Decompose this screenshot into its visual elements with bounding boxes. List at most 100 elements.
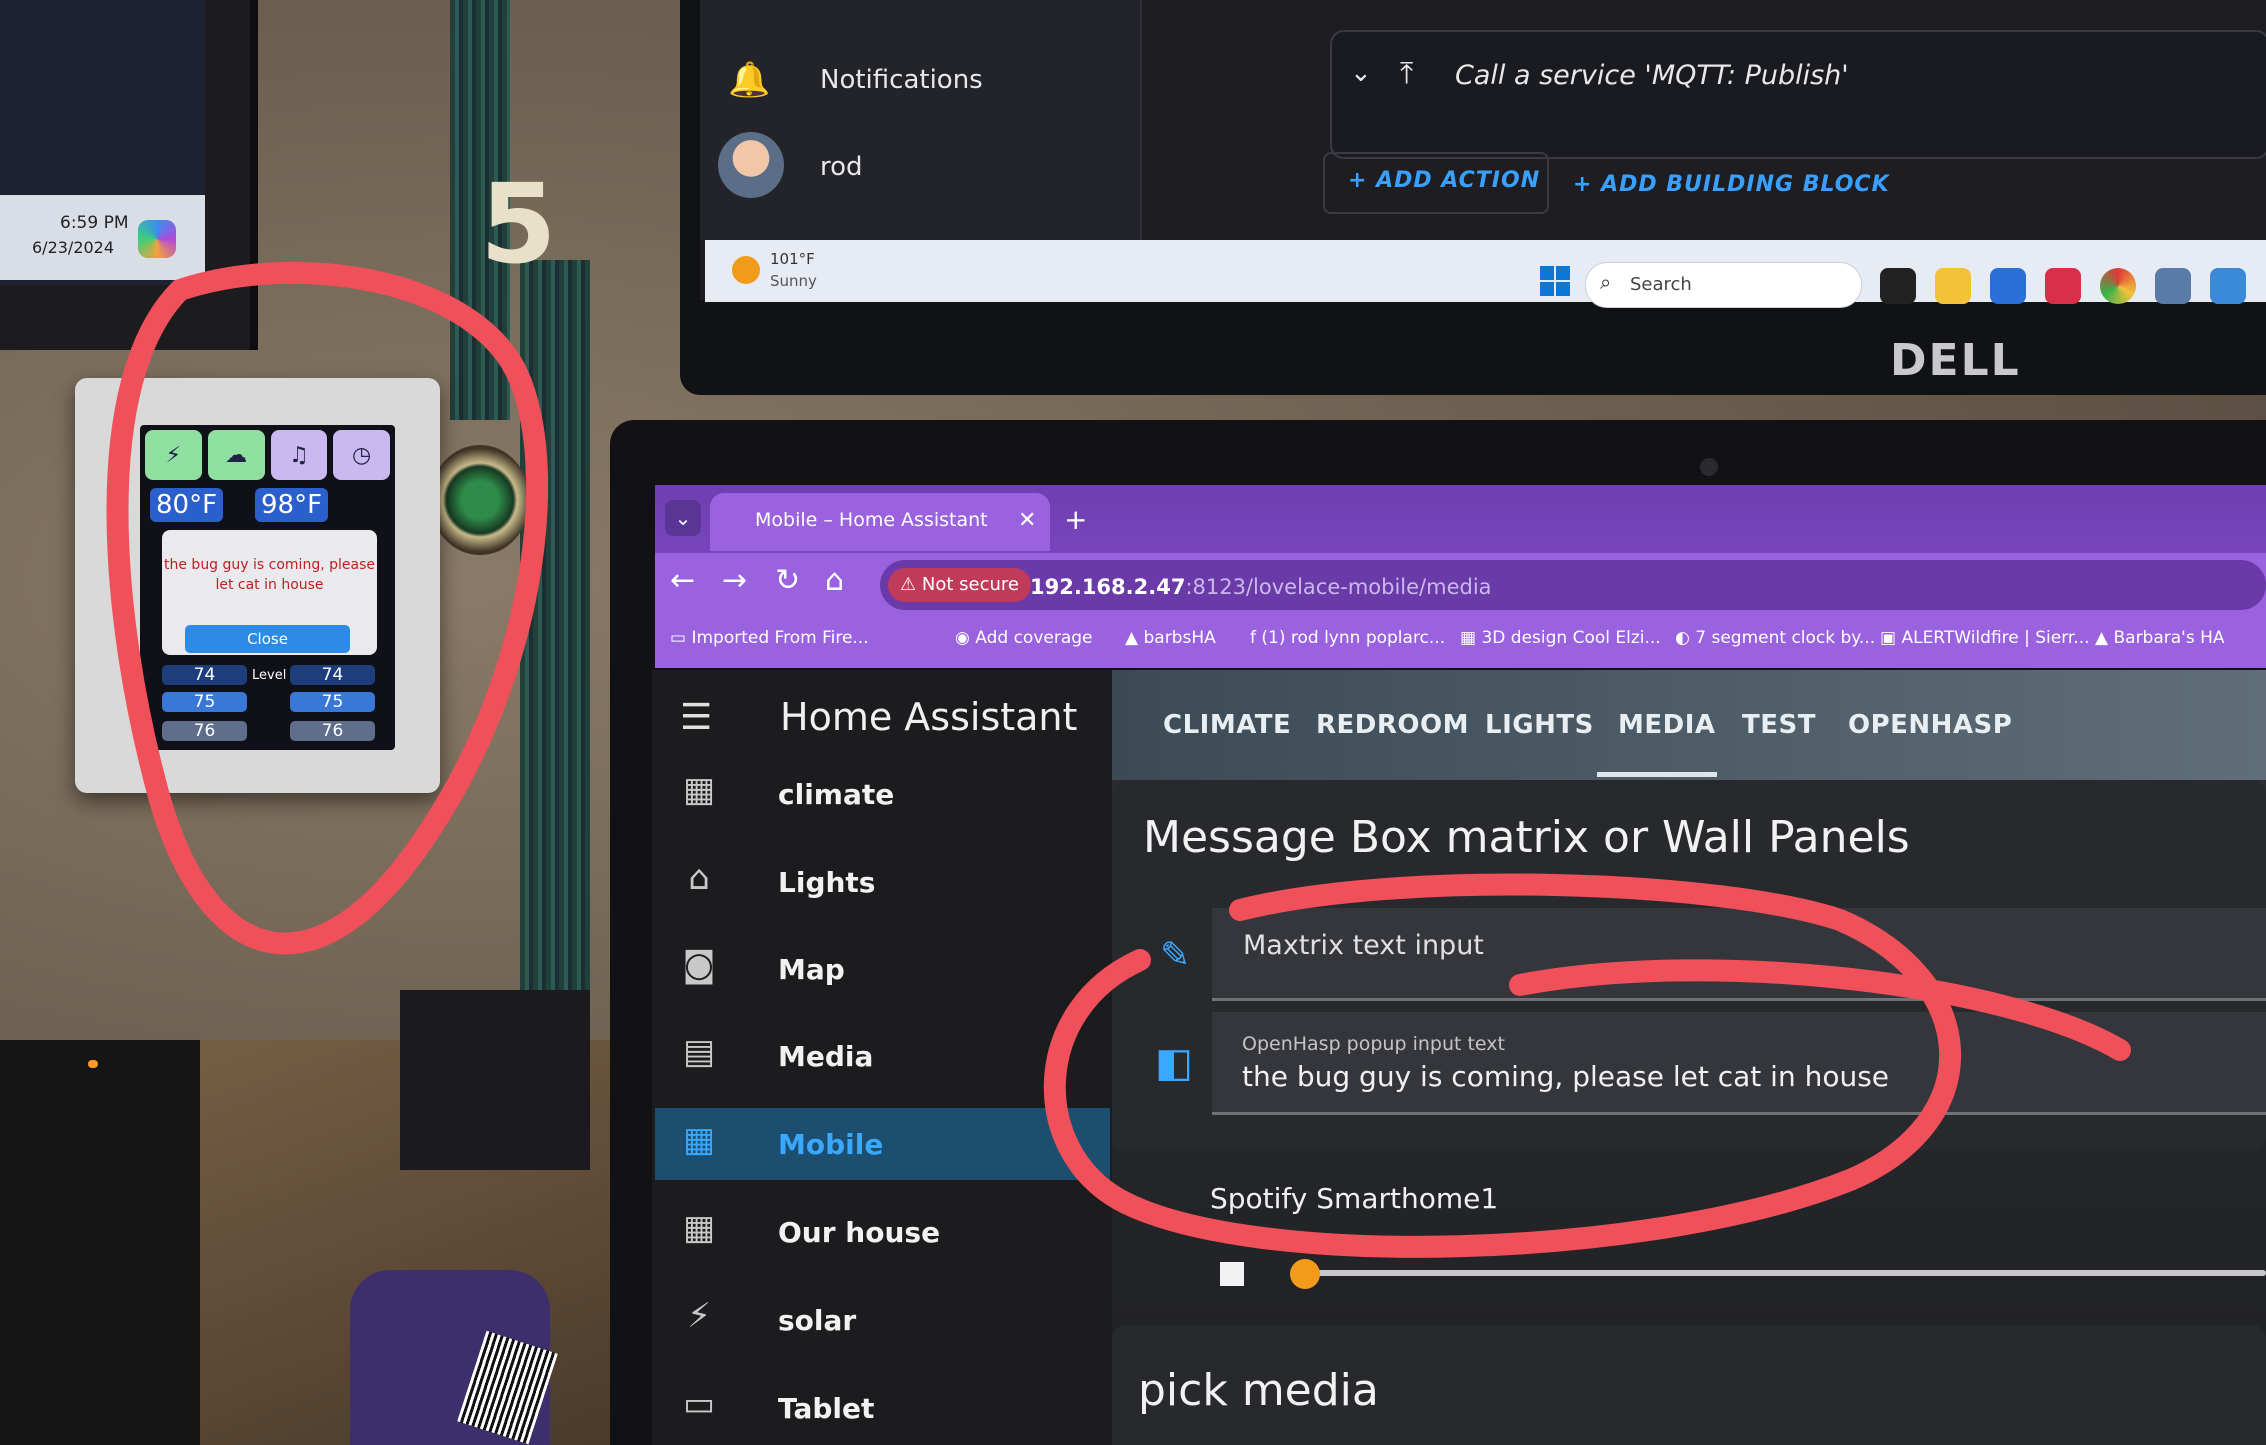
bookmark-label: barbsHA xyxy=(1143,628,1216,648)
taskview-icon[interactable] xyxy=(1880,268,1916,304)
panel-popup-close-button[interactable]: Close xyxy=(185,625,350,653)
bookmark-label: 3D design Cool Elzi... xyxy=(1481,628,1661,648)
sidebar-item-lights[interactable]: Lights xyxy=(778,866,875,899)
reload-icon[interactable]: ↻ xyxy=(775,563,800,598)
ha-sidebar-desktop xyxy=(700,0,1142,240)
close-icon[interactable]: ✕ xyxy=(1018,508,1036,533)
sidebar-user[interactable]: rod xyxy=(820,152,863,182)
tab-search-icon[interactable]: ⌄ xyxy=(665,500,701,536)
app-icon[interactable] xyxy=(2210,268,2246,304)
add-building-block-text: ADD BUILDING BLOCK xyxy=(1601,172,1890,197)
bell-icon[interactable]: 🔔 xyxy=(728,60,770,100)
ha-title: Home Assistant xyxy=(780,695,1078,739)
panel-value: 76 xyxy=(290,721,375,741)
solar-icon: ⚡ xyxy=(687,1296,711,1336)
chrome-icon[interactable] xyxy=(2100,268,2136,304)
clock-time: 6:59 PM xyxy=(60,213,129,233)
spotify-player-title: Spotify Smarthome1 xyxy=(1210,1182,1499,1215)
sidebar-item-climate[interactable]: climate xyxy=(778,778,894,811)
not-secure-text: Not secure xyxy=(921,574,1019,595)
sidebar-notifications[interactable]: Notifications xyxy=(820,65,983,95)
store-icon[interactable] xyxy=(1990,268,2026,304)
cloud-icon[interactable]: ☁ xyxy=(207,430,265,480)
bookmark-label: Add coverage xyxy=(975,628,1093,648)
chevron-down-icon[interactable]: ⌄ xyxy=(1350,58,1372,88)
media-progress-slider[interactable] xyxy=(1300,1270,2266,1276)
folder-icon[interactable] xyxy=(1935,268,1971,304)
bookmark-item[interactable]: ▲ Barbara's HA xyxy=(2095,628,2225,648)
slider-handle[interactable] xyxy=(1290,1259,1320,1289)
weather-temp: 101°F xyxy=(770,250,815,268)
menu-icon[interactable]: ☰ xyxy=(680,697,712,738)
add-building-block-button[interactable]: + ADD BUILDING BLOCK xyxy=(1573,172,1890,197)
router-led xyxy=(88,1060,98,1068)
card-title: Message Box matrix or Wall Panels xyxy=(1143,812,1910,863)
stop-icon[interactable] xyxy=(1220,1262,1244,1286)
bookmark-item[interactable]: ◉ Add coverage xyxy=(955,628,1093,648)
tab-lights[interactable]: LIGHTS xyxy=(1485,710,1594,740)
sun-icon xyxy=(732,256,760,284)
tab-test[interactable]: TEST xyxy=(1742,710,1816,740)
taskbar-search-placeholder: Search xyxy=(1630,274,1692,295)
tab-media[interactable]: MEDIA xyxy=(1618,710,1716,740)
router-device xyxy=(0,1040,200,1445)
left-monitor xyxy=(0,0,258,350)
service-call-card[interactable] xyxy=(1330,30,2266,159)
not-secure-badge[interactable]: ⚠ Not secure xyxy=(888,568,1031,602)
sidebar-item-media[interactable]: Media xyxy=(778,1040,873,1073)
tab-openhasp[interactable]: OPENHASP xyxy=(1848,710,2012,740)
openhasp-icon: ◧ xyxy=(1155,1040,1193,1086)
tab-redroom[interactable]: REDROOM xyxy=(1316,710,1469,740)
dell-logo: DELL xyxy=(1890,335,2021,386)
webcam xyxy=(1700,458,1718,476)
avatar[interactable] xyxy=(718,132,784,198)
sidebar-item-tablet[interactable]: Tablet xyxy=(778,1392,874,1425)
new-tab-icon[interactable]: + xyxy=(1064,503,1087,536)
bookmark-label: Imported From Fire... xyxy=(691,628,869,648)
forward-icon[interactable]: → xyxy=(722,563,747,598)
bookmark-item[interactable]: ▭ Imported From Fire... xyxy=(670,628,869,648)
clock-date: 6/23/2024 xyxy=(32,238,115,257)
upload-icon: ⤒ xyxy=(1400,56,1414,91)
copilot-icon[interactable] xyxy=(138,220,176,258)
add-action-label: + ADD ACTION xyxy=(1348,168,1541,193)
windows-taskbar xyxy=(705,240,2266,302)
network-app-icon[interactable] xyxy=(2155,268,2191,304)
panel-popup-text: the bug guy is coming, please let cat in… xyxy=(164,557,375,593)
url-path: :8123/lovelace-mobile/media xyxy=(1185,575,1492,599)
sidebar-item-solar[interactable]: solar xyxy=(778,1304,856,1337)
panel-value: 74 xyxy=(290,665,375,685)
add-action-text: ADD ACTION xyxy=(1376,168,1541,193)
sidebar-item-map[interactable]: Map xyxy=(778,953,845,986)
bookmark-item[interactable]: ▦ 3D design Cool Elzi... xyxy=(1460,628,1661,648)
dashboard-icon: ▦ xyxy=(682,1120,716,1160)
openhasp-popup-input-label: OpenHasp popup input text xyxy=(1242,1033,1505,1055)
openhasp-popup-input-value: the bug guy is coming, please let cat in… xyxy=(1242,1060,1890,1093)
bookmark-item[interactable]: f (1) rod lynn poplarc... xyxy=(1250,628,1445,648)
bookmark-item[interactable]: ▲ barbsHA xyxy=(1125,628,1216,648)
music-icon[interactable]: ♫ xyxy=(270,430,328,480)
bookmark-item[interactable]: ▣ ALERTWildfire | Sierr... xyxy=(1880,628,2090,648)
bookmark-label: 7 segment clock by... xyxy=(1695,628,1876,648)
app-icon[interactable] xyxy=(2045,268,2081,304)
bookmark-label: (1) rod lynn poplarc... xyxy=(1261,628,1446,648)
tab-climate[interactable]: CLIMATE xyxy=(1163,710,1291,740)
back-icon[interactable]: ← xyxy=(670,563,695,598)
bookmark-label: Barbara's HA xyxy=(2113,628,2225,648)
panel-temp-right: 98°F xyxy=(255,488,329,522)
bookmark-item[interactable]: ◐ 7 segment clock by... xyxy=(1675,628,1875,648)
windows-start-icon[interactable] xyxy=(1540,266,1570,296)
browser-tab-title: Mobile – Home Assistant xyxy=(755,509,988,531)
taskbar-search[interactable] xyxy=(1585,262,1862,308)
url-text: 192.168.2.47:8123/lovelace-mobile/media xyxy=(1030,575,1492,599)
sidebar-item-our-house[interactable]: Our house xyxy=(778,1216,940,1249)
home-icon[interactable]: ⌂ xyxy=(825,563,844,598)
search-icon: ⌕ xyxy=(1600,270,1612,294)
dashboard-icon: ▦ xyxy=(682,1208,716,1248)
panel-value: 75 xyxy=(290,692,375,712)
sidebar-item-mobile[interactable]: Mobile xyxy=(778,1128,883,1161)
medallion-pendant xyxy=(430,445,530,555)
map-icon: ◙ xyxy=(682,945,716,985)
clock-icon[interactable]: ◷ xyxy=(333,430,390,480)
flash-icon[interactable]: ⚡ xyxy=(145,430,202,480)
